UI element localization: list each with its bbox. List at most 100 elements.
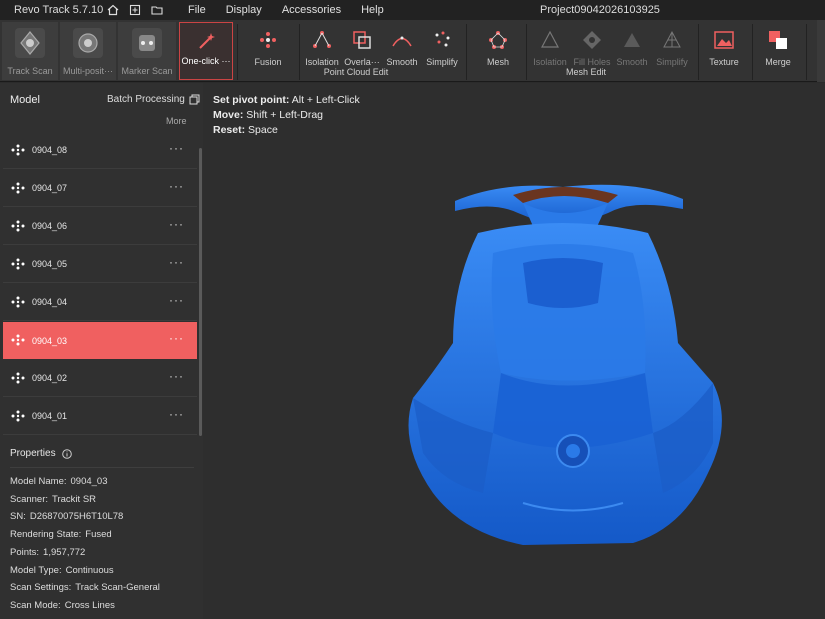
property-key: Points:	[10, 546, 40, 558]
fusion-icon	[253, 25, 283, 55]
fill-holes-icon	[577, 25, 607, 55]
new-project-icon[interactable]	[128, 3, 142, 17]
point-cloud-icon	[11, 296, 25, 308]
property-row: Scanner: Trackit SR	[10, 494, 96, 505]
point-cloud-icon	[11, 372, 25, 384]
more-options-button[interactable]: ···	[169, 331, 184, 345]
mesh-icon	[483, 25, 513, 55]
property-key: Scan Mode:	[10, 599, 61, 611]
hint-value: Shift + Left-Drag	[246, 109, 324, 121]
property-key: Rendering State:	[10, 529, 82, 541]
merge-icon	[763, 25, 793, 55]
marker-scan-button[interactable]: Marker Scan	[118, 22, 176, 80]
isolation-icon	[307, 25, 337, 55]
property-key: SN:	[10, 511, 26, 523]
overlap-icon	[347, 25, 377, 55]
property-value: Cross Lines	[64, 599, 115, 611]
model-item[interactable]: 0904_02 ···	[3, 360, 197, 397]
toolbar-overflow[interactable]	[817, 20, 825, 82]
3d-viewport[interactable]: Set pivot point: Alt + Left-Click Move: …	[203, 83, 825, 619]
fill-holes-label: Fill Holes	[573, 57, 611, 67]
property-row: SN: D26870075H6T10L78	[10, 511, 123, 522]
property-row: Model Type: Continuous	[10, 565, 114, 576]
texture-icon	[709, 25, 739, 55]
property-key: Scanner:	[10, 493, 49, 505]
hint-move: Move: Shift + Left-Drag	[213, 109, 323, 121]
toolbar-divider	[752, 24, 753, 80]
point-cloud-group-label: Point Cloud Edit	[323, 67, 389, 77]
properties-divider	[10, 467, 194, 468]
multi-position-icon	[69, 24, 107, 62]
model-item[interactable]: 0904_06 ···	[3, 208, 197, 245]
menu-help[interactable]: Help	[361, 4, 384, 16]
point-cloud-icon	[11, 182, 25, 194]
toolbar: Track Scan Multi-posit··· Marker Scan On…	[0, 20, 825, 82]
more-button[interactable]: More	[166, 116, 187, 126]
one-click-label: One-click ···	[181, 56, 231, 66]
properties-title: Properties	[10, 448, 72, 459]
point-cloud-icon	[11, 144, 25, 156]
property-value: Fused	[85, 529, 112, 541]
info-icon[interactable]	[61, 448, 72, 459]
open-folder-icon[interactable]	[150, 3, 164, 17]
texture-label: Texture	[709, 57, 739, 67]
hint-value: Alt + Left-Click	[291, 94, 360, 106]
pc-smooth-label: Smooth	[386, 57, 418, 67]
mesh-simplify-label: Simplify	[656, 57, 688, 67]
more-options-button[interactable]: ···	[169, 217, 184, 231]
model-item[interactable]: 0904_08 ···	[3, 132, 197, 169]
track-scan-button[interactable]: Track Scan	[2, 22, 58, 80]
model-item[interactable]: 0904_04 ···	[3, 284, 197, 321]
property-value: 0904_03	[70, 476, 108, 487]
more-options-button[interactable]: ···	[169, 369, 184, 383]
toolbar-divider	[806, 24, 807, 80]
overlap-label: Overla···	[344, 57, 380, 67]
mesh-group-label: Mesh Edit	[565, 67, 607, 77]
menu-accessories[interactable]: Accessories	[282, 4, 341, 16]
home-icon[interactable]	[106, 3, 120, 17]
more-options-button[interactable]: ···	[169, 141, 184, 155]
model-item-name: 0904_08	[32, 145, 68, 155]
menu-display[interactable]: Display	[226, 4, 262, 16]
point-cloud-icon	[11, 220, 25, 232]
one-click-button[interactable]: One-click ···	[179, 22, 233, 80]
batch-processing-label: Batch Processing	[107, 94, 185, 105]
magic-wand-icon	[191, 26, 221, 56]
marker-scan-icon	[128, 24, 166, 62]
property-row: Model Name: 0904_03	[10, 476, 107, 487]
hint-key: Move:	[213, 109, 244, 121]
toolbar-divider	[466, 24, 467, 80]
texture-button[interactable]: Texture	[704, 22, 744, 80]
multi-position-button[interactable]: Multi-posit···	[60, 22, 116, 80]
model-item-name: 0904_04	[32, 297, 68, 307]
property-value: Track Scan-General	[75, 582, 160, 594]
more-options-button[interactable]: ···	[169, 179, 184, 193]
fusion-label: Fusion	[254, 57, 282, 67]
property-row: Scan Settings: Track Scan-General	[10, 582, 160, 593]
point-cloud-icon	[11, 258, 25, 270]
model-item-name: 0904_07	[32, 183, 68, 193]
scanned-model[interactable]	[383, 173, 763, 553]
model-item[interactable]: 0904_07 ···	[3, 170, 197, 207]
toolbar-divider	[698, 24, 699, 80]
hint-reset: Reset: Space	[213, 124, 278, 136]
isolation-icon	[535, 25, 565, 55]
property-value: Trackit SR	[52, 493, 97, 505]
more-options-button[interactable]: ···	[169, 255, 184, 269]
model-item[interactable]: 0904_05 ···	[3, 246, 197, 283]
model-item-name: 0904_01	[32, 411, 68, 421]
smooth-icon	[617, 25, 647, 55]
menu-file[interactable]: File	[188, 4, 206, 16]
more-options-button[interactable]: ···	[169, 407, 184, 421]
model-item[interactable]: 0904_03 ···	[3, 322, 197, 359]
hint-value: Space	[248, 124, 278, 136]
more-options-button[interactable]: ···	[169, 293, 184, 307]
point-cloud-icon	[11, 410, 25, 422]
merge-button[interactable]: Merge	[758, 22, 798, 80]
model-item[interactable]: 0904_01 ···	[3, 398, 197, 435]
hint-key: Reset:	[213, 124, 246, 136]
batch-processing-button[interactable]: Batch Processing	[107, 94, 200, 105]
model-list-scrollbar[interactable]	[199, 148, 202, 436]
hint-key: Set pivot point:	[213, 94, 290, 106]
property-row: Points: 1,957,772	[10, 547, 85, 558]
